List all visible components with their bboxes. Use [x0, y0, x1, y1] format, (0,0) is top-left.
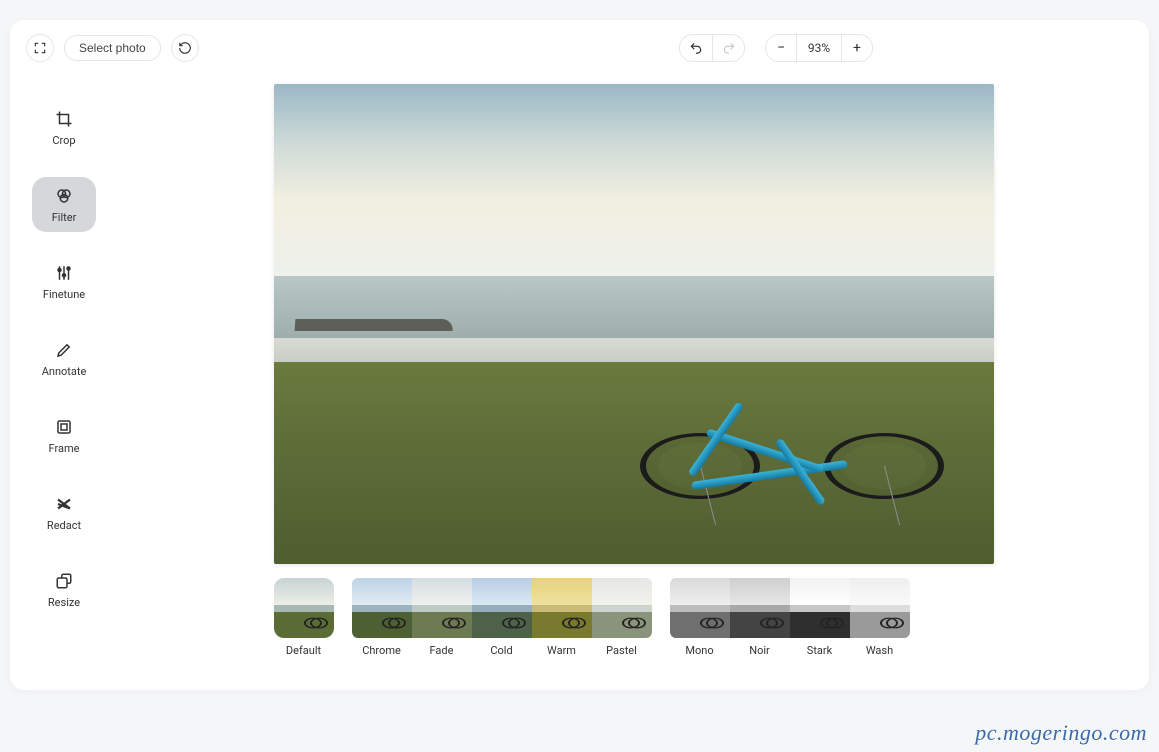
- filter-icon: [55, 187, 73, 205]
- tool-filter[interactable]: Filter: [32, 177, 96, 232]
- filter-cold[interactable]: Cold: [472, 578, 532, 657]
- filter-fade[interactable]: Fade: [412, 578, 472, 657]
- fullscreen-button[interactable]: [26, 34, 54, 62]
- revert-button[interactable]: [171, 34, 199, 62]
- redo-icon: [722, 41, 736, 55]
- tool-label: Resize: [48, 596, 80, 609]
- annotate-icon: [55, 341, 73, 359]
- tool-label: Finetune: [43, 288, 85, 301]
- crop-icon: [55, 110, 73, 128]
- tool-label: Crop: [52, 134, 75, 147]
- photo-canvas[interactable]: [274, 84, 994, 564]
- main-area: Default Chrome Fade Cold: [118, 76, 1149, 690]
- undo-redo-group: [679, 34, 745, 62]
- tool-redact[interactable]: Redact: [32, 485, 96, 540]
- filter-chrome[interactable]: Chrome: [352, 578, 412, 657]
- filter-label: Chrome: [362, 644, 401, 657]
- tool-crop[interactable]: Crop: [32, 100, 96, 155]
- filter-stark[interactable]: Stark: [790, 578, 850, 657]
- filter-group-color: Chrome Fade Cold Warm: [352, 578, 652, 657]
- tool-finetune[interactable]: Finetune: [32, 254, 96, 309]
- photo-preview: [274, 84, 994, 564]
- undo-icon: [689, 41, 703, 55]
- filter-label: Wash: [866, 644, 893, 657]
- filter-label: Mono: [685, 644, 713, 657]
- filter-label: Warm: [547, 644, 576, 657]
- filter-label: Stark: [807, 644, 832, 657]
- tool-label: Redact: [47, 519, 81, 532]
- filter-label: Default: [286, 644, 321, 657]
- filter-pastel[interactable]: Pastel: [592, 578, 652, 657]
- select-photo-button[interactable]: Select photo: [64, 35, 161, 61]
- tool-label: Filter: [52, 211, 77, 224]
- zoom-in-button[interactable]: +: [842, 35, 872, 61]
- tool-label: Frame: [49, 442, 80, 455]
- editor-panel: Select photo − 93% + Crop: [10, 20, 1149, 690]
- topbar: Select photo − 93% +: [10, 20, 1149, 76]
- filter-label: Pastel: [606, 644, 637, 657]
- fullscreen-icon: [33, 41, 47, 55]
- frame-icon: [55, 418, 73, 436]
- filter-mono[interactable]: Mono: [670, 578, 730, 657]
- redo-button[interactable]: [712, 35, 744, 61]
- revert-icon: [178, 41, 192, 55]
- filter-warm[interactable]: Warm: [532, 578, 592, 657]
- filter-noir[interactable]: Noir: [730, 578, 790, 657]
- tool-annotate[interactable]: Annotate: [32, 331, 96, 386]
- filter-default[interactable]: Default: [274, 578, 334, 657]
- filter-label: Cold: [490, 644, 512, 657]
- filter-wash[interactable]: Wash: [850, 578, 910, 657]
- filter-group-default: Default: [274, 578, 334, 657]
- undo-button[interactable]: [680, 35, 712, 61]
- watermark-text: pc.mogeringo.com: [975, 720, 1147, 746]
- tool-sidebar: Crop Filter Finetune Annotate Frame Reda…: [10, 76, 118, 690]
- filter-strip: Default Chrome Fade Cold: [274, 578, 994, 657]
- filter-group-mono: Mono Noir Stark Wash: [670, 578, 910, 657]
- filter-label: Noir: [749, 644, 770, 657]
- zoom-group: − 93% +: [765, 34, 873, 62]
- editor-body: Crop Filter Finetune Annotate Frame Reda…: [10, 76, 1149, 690]
- filter-label: Fade: [430, 644, 454, 657]
- strip-fade: [954, 578, 994, 637]
- zoom-out-button[interactable]: −: [766, 35, 796, 61]
- resize-icon: [55, 572, 73, 590]
- tool-frame[interactable]: Frame: [32, 408, 96, 463]
- tool-label: Annotate: [42, 365, 87, 378]
- finetune-icon: [55, 264, 73, 282]
- bicycle-graphic: [634, 382, 951, 526]
- redact-icon: [55, 495, 73, 513]
- tool-resize[interactable]: Resize: [32, 562, 96, 617]
- zoom-level[interactable]: 93%: [796, 35, 842, 61]
